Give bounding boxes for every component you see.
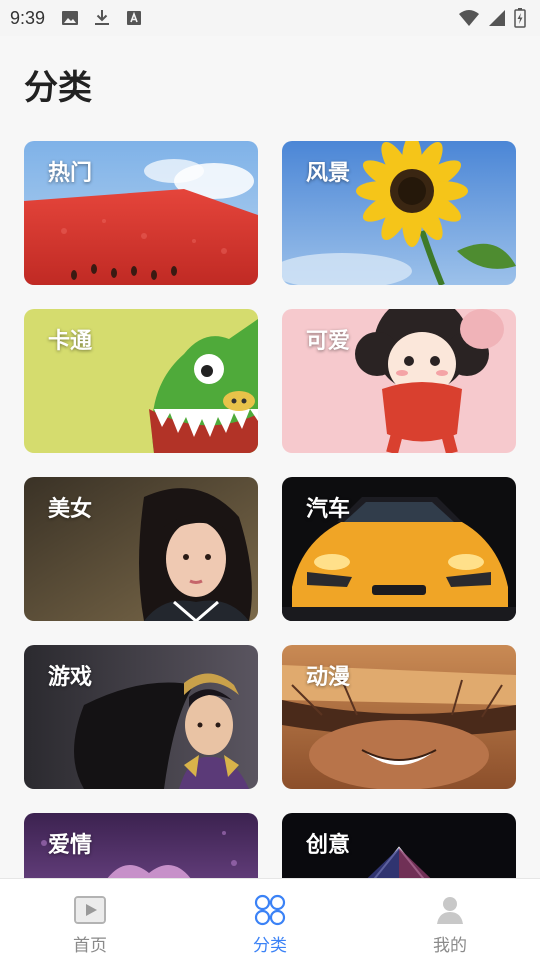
- page-title: 分类: [24, 68, 92, 108]
- category-label: 游戏: [48, 665, 93, 690]
- bottom-nav: 首页 分类 我的: [0, 878, 540, 960]
- category-card-car[interactable]: 汽车: [282, 477, 516, 621]
- category-card-hot[interactable]: 热门: [24, 141, 258, 285]
- category-label: 风景: [306, 161, 351, 186]
- category-card-scenery[interactable]: 风景: [282, 141, 516, 285]
- status-time: 9:39: [10, 7, 46, 28]
- category-label: 可爱: [306, 329, 351, 354]
- category-card-game[interactable]: 游戏: [24, 645, 258, 789]
- play-icon: [74, 896, 106, 924]
- category-grid: 热门 风景 卡通 可爱 美女 汽车 游戏 动漫 爱情 创意: [24, 141, 516, 878]
- a-box-icon: [127, 11, 142, 25]
- nav-item-category[interactable]: 分类: [180, 879, 360, 960]
- battery-icon: [514, 8, 526, 28]
- category-label: 美女: [48, 497, 93, 522]
- nav-label-category: 分类: [253, 936, 287, 956]
- download-icon: [95, 10, 110, 25]
- wifi-icon: [459, 10, 479, 26]
- user-icon: [437, 897, 463, 924]
- category-label: 卡通: [48, 329, 93, 354]
- nav-label-home: 首页: [73, 936, 107, 956]
- category-label: 汽车: [306, 497, 351, 522]
- category-card-creative[interactable]: 创意: [282, 813, 516, 878]
- status-notification-icons: [61, 9, 143, 27]
- category-label: 热门: [48, 161, 93, 186]
- category-card-beauty[interactable]: 美女: [24, 477, 258, 621]
- status-bar: 9:39: [0, 0, 540, 36]
- category-label: 爱情: [48, 833, 93, 858]
- category-card-cute[interactable]: 可爱: [282, 309, 516, 453]
- nav-label-profile: 我的: [433, 936, 467, 956]
- nav-item-home[interactable]: 首页: [0, 879, 180, 960]
- signal-icon: [489, 10, 505, 26]
- category-label: 创意: [306, 833, 351, 858]
- status-system-icons: [458, 8, 526, 28]
- category-card-anime[interactable]: 动漫: [282, 645, 516, 789]
- category-card-love[interactable]: 爱情: [24, 813, 258, 878]
- image-icon: [62, 11, 79, 25]
- category-label: 动漫: [306, 665, 351, 690]
- nav-item-profile[interactable]: 我的: [360, 879, 540, 960]
- grid-icon: [254, 894, 286, 926]
- category-card-cartoon[interactable]: 卡通: [24, 309, 258, 453]
